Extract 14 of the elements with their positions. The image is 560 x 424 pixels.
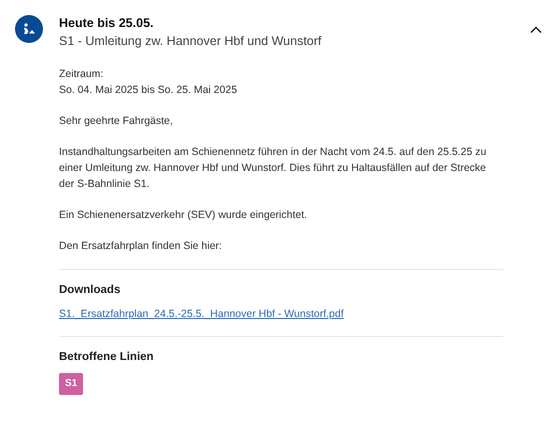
section-heading: Downloads	[59, 283, 122, 298]
section-heading: Betroffene Linien	[59, 350, 155, 365]
message-paragraph: Ein Schienenersatzverkehr (SEV) wurde eingerichtet.	[59, 208, 308, 223]
line-tag: S1	[59, 373, 84, 395]
period-dates: So. 04. Mai 2025 bis So. 25. Mai 2025	[59, 83, 238, 98]
notice-title: Heute bis 25.05.	[59, 16, 154, 30]
message-paragraph: Instandhaltungsarbeiten am Schienennetz führen in der Nacht vom 24.5. auf den 25.5.25 zu einer Umleitung zw. Hannover Hbf und Wunstorf. Dies führt zu Haltausfällen auf der Strecke der S-Bahnlinie S1.	[59, 145, 488, 192]
message-paragraph: Sehr geehrte Fahrgäste,	[59, 114, 174, 129]
message-paragraph: Den Ersatzfahrplan finden Sie hier:	[59, 239, 223, 254]
period-label: Zeitraum:	[59, 67, 104, 82]
download-link[interactable]: S1._Ersatzfahrplan_24.5.-25.5._Hannover Hbf - Wunstorf.pdf	[59, 308, 344, 320]
chevron-icon[interactable]	[530, 26, 542, 34]
notice-subtitle: S1 - Umleitung zw. Hannover Hbf und Wunstorf	[59, 34, 322, 48]
construction-worker-icon	[15, 15, 43, 43]
